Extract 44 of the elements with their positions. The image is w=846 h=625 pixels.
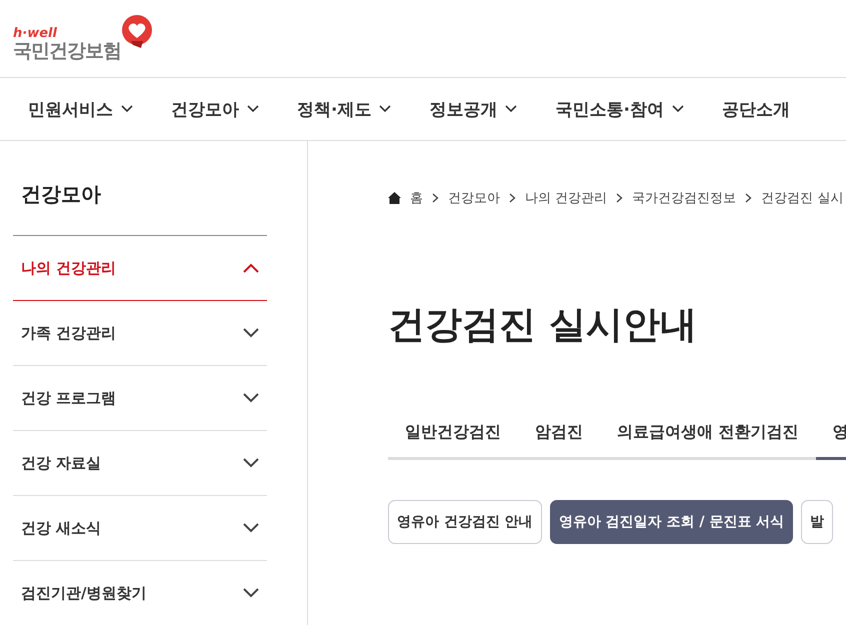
chevron-right-icon (616, 193, 624, 203)
sidebar-item[interactable]: 건강 프로그램 (13, 366, 267, 431)
chevron-down-icon (672, 105, 684, 113)
chevron-right-icon (509, 193, 516, 203)
sidebar-title: 건강모아 (21, 181, 102, 208)
chevron-down-icon (379, 105, 392, 113)
chevron-down-icon (243, 523, 259, 533)
chevron-right-icon (432, 193, 439, 203)
nav-menu-item[interactable]: 정책·제도 (297, 98, 392, 120)
sidebar-item[interactable]: 건강 자료실 (13, 431, 267, 496)
tab[interactable]: 의료급여생애 전환기검진 (600, 414, 816, 460)
nav-menu-item[interactable]: 국민소통·참여 (555, 98, 684, 120)
sub-tab-button[interactable]: 발 (801, 500, 834, 544)
breadcrumb-link[interactable]: 홈 (410, 189, 423, 207)
chevron-right-icon (745, 193, 752, 203)
logo-name[interactable]: 국민건강보험 (13, 40, 121, 62)
home-icon (388, 192, 401, 204)
sub-tab-button[interactable]: 영유아 검진일자 조회 / 문진표 서식 (550, 500, 794, 544)
sidebar-item[interactable]: 가족 건강관리 (13, 301, 267, 366)
breadcrumb-link[interactable]: 국가건강검진정보 (632, 189, 736, 207)
nav-menu-item[interactable]: 공단소개 (722, 98, 790, 120)
tab[interactable]: 일반건강검진 (388, 414, 518, 460)
breadcrumb-link[interactable]: 건강검진 실시 (761, 189, 844, 207)
breadcrumb-link[interactable]: 나의 건강관리 (525, 189, 608, 207)
chevron-down-icon (243, 393, 259, 403)
chevron-down-icon (121, 105, 133, 113)
sidebar-item[interactable]: 건강 새소식 (13, 496, 267, 561)
nav-menu-item[interactable]: 건강모아 (171, 98, 259, 120)
sidebar-item[interactable]: 나의 건강관리 (13, 236, 267, 301)
chevron-down-icon (243, 588, 259, 598)
heart-logo-icon (119, 14, 155, 50)
chevron-down-icon (247, 105, 259, 113)
page-title: 건강검진 실시안내 (388, 302, 698, 348)
nav-menu-item[interactable]: 정보공개 (429, 98, 518, 120)
nav-menu-item[interactable]: 민원서비스 (28, 98, 133, 120)
sidebar-item[interactable]: 검진기관/병원찾기 (13, 561, 267, 625)
logo-tagline: h·well (13, 27, 58, 40)
chevron-down-icon (243, 458, 259, 468)
tab[interactable]: 암검진 (518, 414, 600, 460)
chevron-up-icon (243, 263, 259, 273)
breadcrumb-link[interactable]: 건강모아 (448, 189, 500, 207)
chevron-down-icon (243, 328, 259, 338)
chevron-down-icon (505, 105, 518, 113)
sub-tab-button[interactable]: 영유아 건강검진 안내 (388, 500, 542, 544)
